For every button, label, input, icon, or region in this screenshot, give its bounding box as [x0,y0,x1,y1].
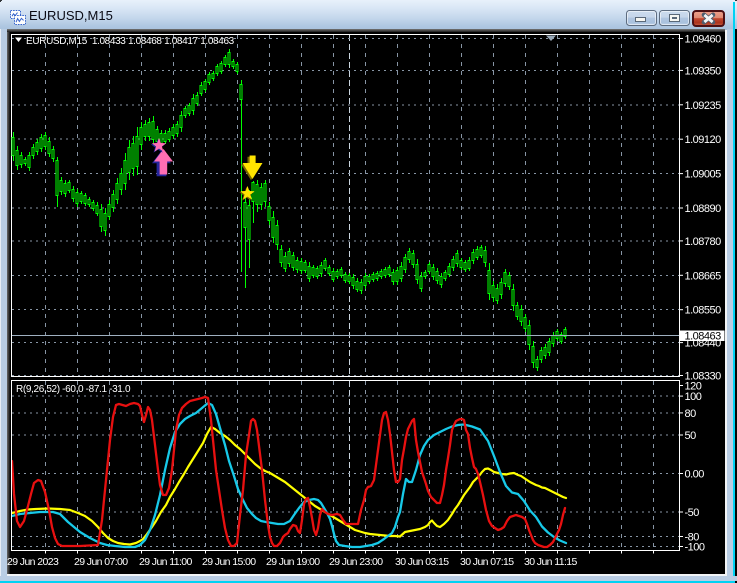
svg-text:-100: -100 [685,542,705,554]
svg-text:1.08550: 1.08550 [685,305,722,317]
svg-text:1.08780: 1.08780 [685,236,722,248]
svg-text:80: 80 [685,408,697,420]
svg-text:30 Jun 03:15: 30 Jun 03:15 [395,556,449,568]
svg-text:29 Jun 11:00: 29 Jun 11:00 [139,556,192,568]
svg-text:1.09120: 1.09120 [685,134,722,146]
svg-text:EURUSD,M15 1.08433 1.08468 1.: EURUSD,M15 1.08433 1.08468 1.08417 1.084… [26,36,235,47]
svg-text:1.09235: 1.09235 [685,100,722,112]
svg-text:1.09460: 1.09460 [685,34,722,46]
svg-text:-50: -50 [685,507,700,519]
svg-text:1.08665: 1.08665 [685,270,722,282]
svg-text:30 Jun 07:15: 30 Jun 07:15 [460,556,514,568]
svg-text:1.08890: 1.08890 [685,203,722,215]
svg-text:0.00: 0.00 [685,469,705,481]
svg-text:29 Jun 23:00: 29 Jun 23:00 [329,556,383,568]
svg-text:50: 50 [685,430,697,442]
svg-text:29 Jun 07:00: 29 Jun 07:00 [74,556,128,568]
svg-text:100: 100 [685,391,702,403]
svg-text:R(9,26,52) -60.0 -87.1 -31.0: R(9,26,52) -60.0 -87.1 -31.0 [16,384,131,395]
svg-text:1.09005: 1.09005 [685,169,722,181]
svg-text:1.08463: 1.08463 [685,331,722,343]
svg-text:30 Jun 11:15: 30 Jun 11:15 [524,556,577,568]
svg-text:29 Jun 19:00: 29 Jun 19:00 [266,556,320,568]
svg-text:29 Jun 2023: 29 Jun 2023 [7,556,59,568]
svg-text:29 Jun 15:00: 29 Jun 15:00 [202,556,256,568]
svg-text:1.09350: 1.09350 [685,65,722,77]
